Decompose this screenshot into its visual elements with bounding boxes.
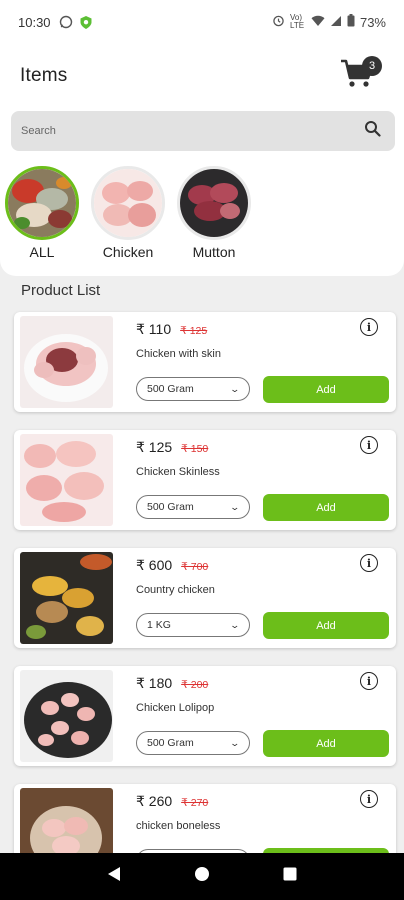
- unit-select[interactable]: 500 Gram ⌄: [136, 731, 250, 755]
- search-icon[interactable]: [364, 120, 381, 142]
- add-button[interactable]: Add: [263, 376, 389, 403]
- product-image: [20, 316, 113, 408]
- product-image: [20, 670, 113, 762]
- product-name: Chicken Skinless: [136, 466, 220, 478]
- category-chicken-image: [91, 166, 165, 240]
- category-mutton[interactable]: Mutton: [176, 166, 252, 260]
- product-image: [20, 434, 113, 526]
- unit-value: 1 KG: [147, 619, 171, 631]
- chevron-down-icon: ⌄: [229, 737, 241, 748]
- unit-value: 500 Gram: [147, 501, 194, 513]
- unit-select[interactable]: 500 Gram ⌄: [136, 377, 250, 401]
- home-icon[interactable]: [194, 866, 210, 887]
- search-bar: [11, 111, 395, 151]
- unit-select[interactable]: 1 KG ⌄: [136, 613, 250, 637]
- product-mrp: ₹ 700: [181, 561, 209, 573]
- info-icon[interactable]: i: [360, 318, 378, 336]
- product-list: ₹ 110 ₹ 125 Chicken with skin i 500 Gram…: [14, 312, 396, 900]
- product-mrp: ₹ 150: [181, 443, 209, 455]
- unit-value: 500 Gram: [147, 737, 194, 749]
- unit-value: 500 Gram: [147, 383, 194, 395]
- battery-percent: 73%: [359, 14, 386, 30]
- status-time: 10:30: [18, 14, 51, 30]
- cart-count-badge: 3: [362, 56, 382, 76]
- product-card[interactable]: ₹ 180 ₹ 200 Chicken Lolipop i 500 Gram ⌄…: [14, 666, 396, 766]
- product-card[interactable]: ₹ 110 ₹ 125 Chicken with skin i 500 Gram…: [14, 312, 396, 412]
- unit-select[interactable]: 500 Gram ⌄: [136, 495, 250, 519]
- system-nav-bar: [0, 853, 404, 900]
- price-row: ₹ 125 ₹ 150: [136, 439, 208, 456]
- product-name: Chicken Lolipop: [136, 702, 215, 714]
- category-mutton-image: [177, 166, 251, 240]
- category-label: ALL: [29, 244, 55, 260]
- product-mrp: ₹ 270: [181, 797, 209, 809]
- battery-icon: [347, 14, 355, 30]
- status-bar: 10:30 Vo) LTE 73%: [0, 0, 404, 44]
- section-title: Product List: [21, 282, 101, 299]
- category-all[interactable]: ALL: [4, 166, 80, 260]
- add-button[interactable]: Add: [263, 612, 389, 639]
- product-card[interactable]: ₹ 600 ₹ 700 Country chicken i 1 KG ⌄ Add: [14, 548, 396, 648]
- info-icon[interactable]: i: [360, 554, 378, 572]
- category-all-image: [5, 166, 79, 240]
- product-price: ₹ 125: [136, 439, 173, 455]
- price-row: ₹ 260 ₹ 270: [136, 793, 208, 810]
- recents-icon[interactable]: [283, 867, 297, 886]
- cart-button[interactable]: 3: [340, 56, 382, 94]
- shield-icon: [79, 15, 93, 30]
- category-chicken[interactable]: Chicken: [90, 166, 166, 260]
- signal-icon: [330, 15, 342, 30]
- back-icon[interactable]: [107, 866, 121, 887]
- whatsapp-icon: [59, 15, 73, 29]
- product-card[interactable]: ₹ 125 ₹ 150 Chicken Skinless i 500 Gram …: [14, 430, 396, 530]
- chevron-down-icon: ⌄: [229, 619, 241, 630]
- category-label: Chicken: [102, 244, 154, 260]
- add-button[interactable]: Add: [263, 730, 389, 757]
- chevron-down-icon: ⌄: [229, 383, 241, 394]
- product-price: ₹ 600: [136, 557, 173, 573]
- category-list: ALL Chicken Mutton: [4, 166, 252, 260]
- app-header: Items 3: [0, 52, 404, 100]
- product-mrp: ₹ 125: [180, 325, 208, 337]
- product-name: Chicken with skin: [136, 348, 221, 360]
- product-price: ₹ 110: [136, 321, 172, 337]
- page-title: Items: [20, 65, 68, 86]
- info-icon[interactable]: i: [360, 790, 378, 808]
- product-price: ₹ 260: [136, 793, 173, 809]
- status-right: Vo) LTE 73%: [272, 14, 386, 30]
- price-row: ₹ 110 ₹ 125: [136, 321, 207, 338]
- search-input[interactable]: [21, 125, 364, 137]
- product-name: Country chicken: [136, 584, 215, 596]
- info-icon[interactable]: i: [360, 672, 378, 690]
- price-row: ₹ 600 ₹ 700: [136, 557, 208, 574]
- add-button[interactable]: Add: [263, 494, 389, 521]
- info-icon[interactable]: i: [360, 436, 378, 454]
- product-price: ₹ 180: [136, 675, 173, 691]
- price-row: ₹ 180 ₹ 200: [136, 675, 208, 692]
- product-mrp: ₹ 200: [181, 679, 209, 691]
- product-name: chicken boneless: [136, 820, 221, 832]
- alarm-icon: [272, 14, 285, 30]
- chevron-down-icon: ⌄: [229, 501, 241, 512]
- product-image: [20, 552, 113, 644]
- category-label: Mutton: [192, 244, 236, 260]
- wifi-icon: [311, 15, 325, 30]
- network-label: Vo) LTE: [289, 13, 305, 30]
